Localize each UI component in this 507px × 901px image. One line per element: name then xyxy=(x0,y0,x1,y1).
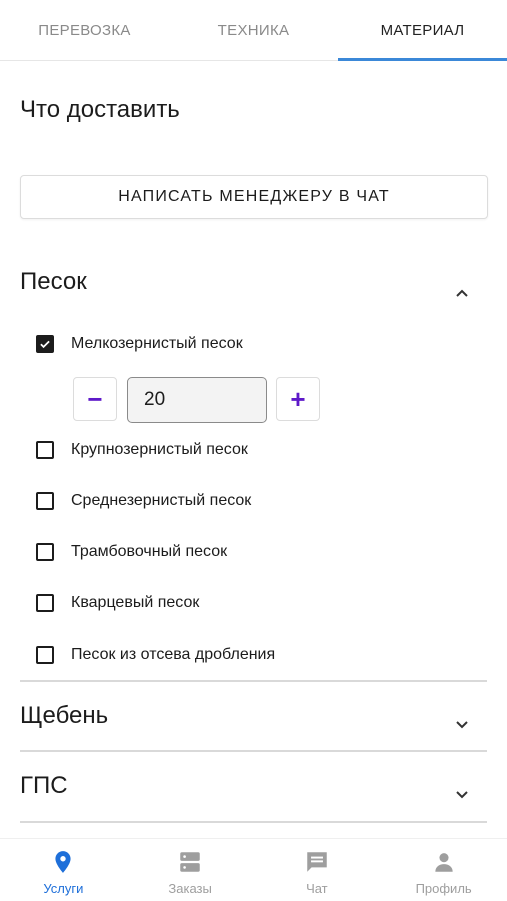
checkbox-item[interactable]: Мелкозернистый песок xyxy=(36,330,243,358)
divider xyxy=(20,750,487,752)
section-gps-header[interactable]: ГПС xyxy=(20,772,486,812)
checkbox-unchecked[interactable] xyxy=(36,543,54,561)
checkbox-unchecked[interactable] xyxy=(36,441,54,459)
checkbox-item[interactable]: Кварцевый песок xyxy=(36,589,199,617)
chevron-up-icon[interactable] xyxy=(450,282,474,306)
nav-services[interactable]: Услуги xyxy=(0,839,127,901)
write-manager-button[interactable]: НАПИСАТЬ МЕНЕДЖЕРУ В ЧАТ xyxy=(20,175,488,219)
section-title: Щебень xyxy=(20,702,109,729)
section-sand-header[interactable]: Песок xyxy=(20,268,486,308)
increment-button[interactable]: + xyxy=(276,377,320,421)
checkbox-label: Кварцевый песок xyxy=(71,594,200,611)
checkbox-unchecked[interactable] xyxy=(36,594,54,612)
bottom-navigation: Услуги Заказы Чат Профиль xyxy=(0,838,507,901)
nav-chat[interactable]: Чат xyxy=(254,839,381,901)
checkbox-checked[interactable] xyxy=(36,335,54,353)
nav-label: Чат xyxy=(306,881,328,896)
tab-material[interactable]: МАТЕРИАЛ xyxy=(338,0,507,61)
checkbox-label: Крупнозернистый песок xyxy=(71,441,248,458)
tab-perevozka[interactable]: ПЕРЕВОЗКА xyxy=(0,0,169,60)
location-pin-icon xyxy=(50,849,76,875)
nav-label: Услуги xyxy=(43,881,84,896)
checkbox-label: Трамбовочный песок xyxy=(71,543,228,560)
chevron-down-icon[interactable] xyxy=(450,782,474,806)
decrement-button[interactable]: − xyxy=(73,377,117,421)
quantity-input[interactable] xyxy=(127,377,267,423)
nav-orders[interactable]: Заказы xyxy=(127,839,254,901)
checkbox-label: Песок из отсева дробления xyxy=(71,646,276,663)
checkbox-item[interactable]: Трамбовочный песок xyxy=(36,538,227,566)
checkbox-label: Среднезернистый песок xyxy=(71,492,252,509)
divider xyxy=(20,680,487,682)
nav-profile[interactable]: Профиль xyxy=(380,839,507,901)
section-gravel-header[interactable]: Щебень xyxy=(20,702,486,742)
chat-icon xyxy=(304,849,330,875)
divider xyxy=(20,821,487,823)
orders-icon xyxy=(177,849,203,875)
person-icon xyxy=(431,849,457,875)
checkbox-item[interactable]: Среднезернистый песок xyxy=(36,487,251,515)
nav-label: Профиль xyxy=(415,881,472,896)
tab-tekhnika[interactable]: ТЕХНИКА xyxy=(169,0,338,60)
section-title: Песок xyxy=(20,268,87,295)
chevron-down-icon[interactable] xyxy=(450,712,474,736)
checkbox-item[interactable]: Песок из отсева дробления xyxy=(36,641,275,669)
top-tabs: ПЕРЕВОЗКА ТЕХНИКА МАТЕРИАЛ xyxy=(0,0,507,61)
checkbox-item[interactable]: Крупнозернистый песок xyxy=(36,436,248,464)
checkbox-unchecked[interactable] xyxy=(36,492,54,510)
page-title: Что доставить xyxy=(20,96,180,123)
nav-label: Заказы xyxy=(168,881,212,896)
checkbox-unchecked[interactable] xyxy=(36,646,54,664)
checkbox-label: Мелкозернистый песок xyxy=(71,335,243,352)
section-title: ГПС xyxy=(20,772,68,799)
